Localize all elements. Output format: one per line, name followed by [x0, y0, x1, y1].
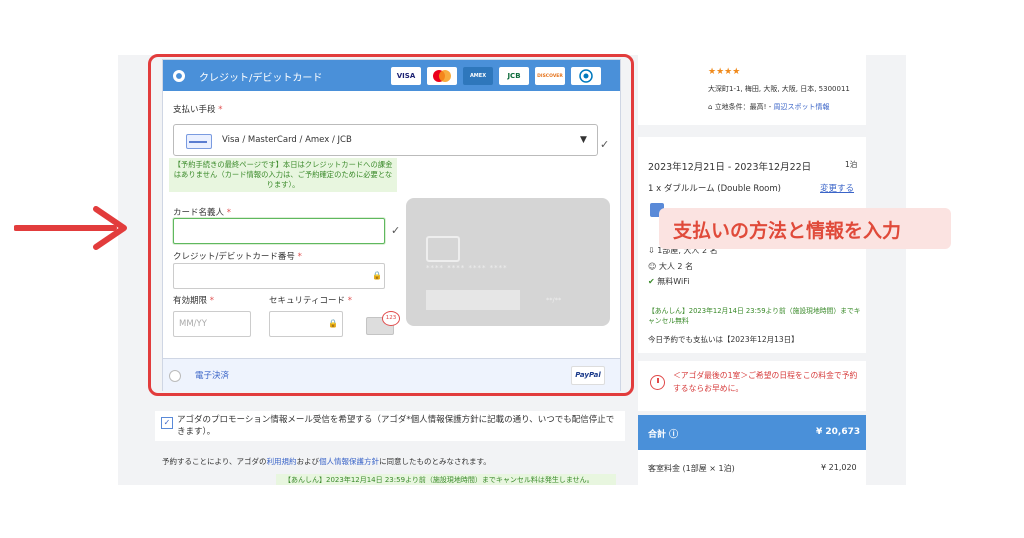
pay-day: 今日予約でも支払いは【2023年12月13日】 — [648, 335, 799, 344]
guest-info: ☺ 大人 2 名 — [648, 262, 694, 271]
cancel-note: 【あんしん】2023年12月14日 23:59より前（施設現地時間）までキャンセ… — [648, 307, 861, 325]
bed-icon: ⇩ — [648, 246, 655, 255]
clock-icon — [650, 375, 665, 390]
room-type: 1 x ダブルルーム (Double Room) — [648, 184, 781, 194]
change-room-link[interactable]: 変更する — [820, 182, 854, 194]
total-label: 合計 ⓘ — [648, 430, 679, 440]
stay-dates: 2023年12月21日 - 2023年12月22日 — [648, 162, 812, 173]
terms-text: 予約することにより、アゴダの利用規約および個人情報保護方針に同意したものとみなさ… — [162, 457, 491, 466]
check-icon: ✔ — [648, 277, 655, 286]
terms-link[interactable]: 利用規約 — [267, 457, 297, 466]
hotel-location: ⌂ 立地条件：最高! - 周辺スポット情報 — [708, 103, 830, 111]
callout-text: 支払いの方法と情報を入力 — [673, 220, 902, 242]
stay-nights: 1泊 — [845, 160, 858, 169]
star-rating: ★★★★ — [708, 67, 741, 77]
hotel-address: 大深町1-1, 梅田, 大阪, 大阪, 日本, 5300011 — [708, 85, 850, 93]
free-cancel-banner: 【あんしん】2023年12月14日 23:59より前（施設現地時間）までキャンセ… — [276, 474, 616, 485]
promo-optin: ✓ アゴダのプロモーション情報メール受信を希望する（アゴダ*個人情報保護方針に記… — [155, 411, 625, 441]
promo-text: アゴダのプロモーション情報メール受信を希望する（アゴダ*個人情報保護方針に記載の… — [177, 415, 615, 437]
location-pin-icon: ⌂ — [708, 103, 713, 111]
red-arrow-icon — [14, 206, 127, 250]
alert-text: ＜アゴダ最後の1室＞ご希望の日程をこの料金で予約するならお早めに。 — [673, 371, 858, 393]
info-icon[interactable]: ⓘ — [669, 430, 678, 440]
highlight-frame — [148, 54, 634, 396]
last-room-alert: ＜アゴダ最後の1室＞ご希望の日程をこの料金で予約するならお早めに。 — [638, 361, 866, 411]
summary-column: ★★★★ 大深町1-1, 梅田, 大阪, 大阪, 日本, 5300011 ⌂ 立… — [638, 55, 906, 485]
room-fee-row: 客室料金 (1部屋 × 1泊) ¥ 21,020 — [638, 450, 866, 485]
fee-value: ¥ 21,020 — [821, 463, 857, 472]
person-icon: ☺ — [648, 262, 657, 271]
total-value: ¥ 20,673 — [816, 427, 861, 437]
promo-checkbox[interactable]: ✓ — [161, 417, 173, 429]
fee-label: 客室料金 (1部屋 × 1泊) — [648, 464, 735, 473]
callout-label: 支払いの方法と情報を入力 — [659, 208, 951, 249]
nearby-link[interactable]: 周辺スポット情報 — [773, 103, 829, 111]
wifi-info: ✔ 無料WiFi — [648, 277, 690, 286]
total-bar: 合計 ⓘ ¥ 20,673 — [638, 415, 866, 450]
hotel-info-panel: ★★★★ 大深町1-1, 梅田, 大阪, 大阪, 日本, 5300011 ⌂ 立… — [638, 55, 866, 125]
privacy-link[interactable]: 個人情報保護方針 — [319, 457, 379, 466]
